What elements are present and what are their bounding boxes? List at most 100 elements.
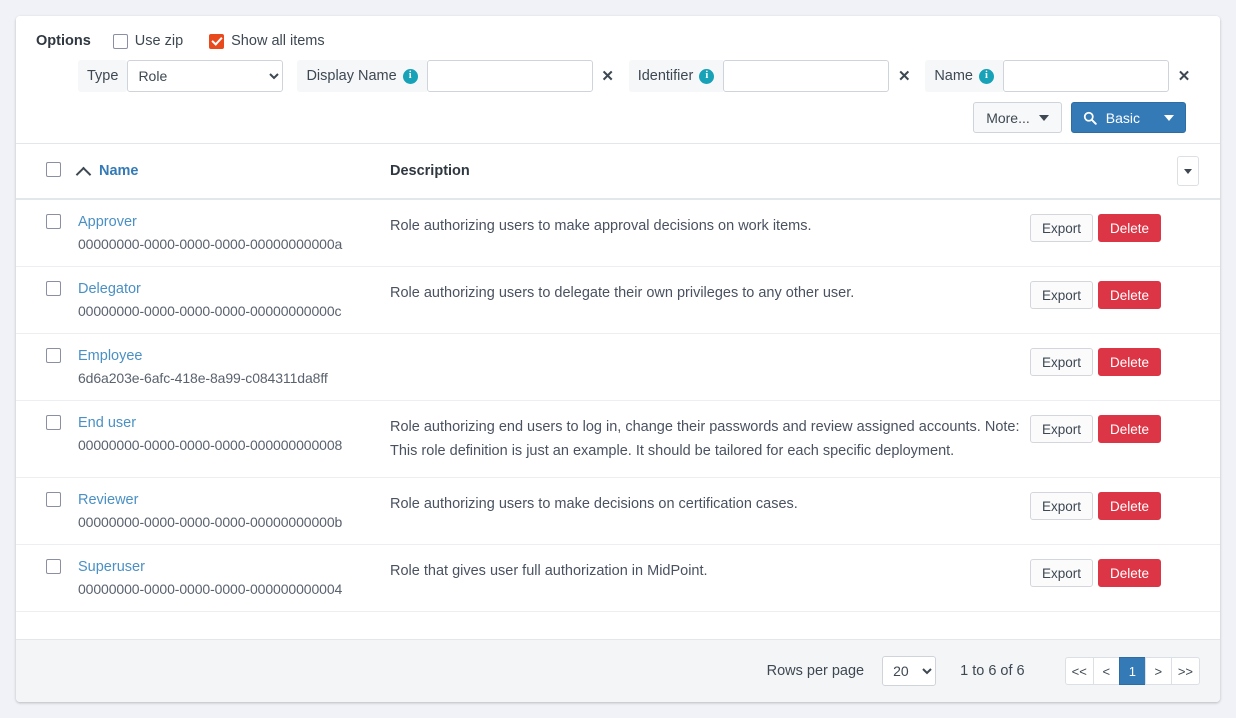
search-button-label: Basic xyxy=(1106,110,1140,126)
row-select-checkbox[interactable] xyxy=(46,415,61,430)
table-row: Superuser00000000-0000-0000-0000-0000000… xyxy=(16,545,1220,612)
export-button[interactable]: Export xyxy=(1030,281,1093,309)
use-zip-checkbox-box[interactable] xyxy=(113,34,128,49)
delete-button[interactable]: Delete xyxy=(1098,492,1161,520)
row-description-cell: Role authorizing end users to log in, ch… xyxy=(390,401,1030,478)
table-header-row: Name Description xyxy=(16,144,1220,200)
show-all-items-checkbox[interactable]: Show all items xyxy=(209,33,324,49)
role-table: Name Description Approver 00000000-0000-0… xyxy=(16,143,1220,612)
use-zip-checkbox[interactable]: Use zip xyxy=(113,33,183,49)
role-name-link[interactable]: End user xyxy=(78,415,136,431)
row-actions-cell: ExportDelete xyxy=(1030,199,1220,267)
role-name-link[interactable]: Reviewer xyxy=(78,492,138,508)
role-name-link[interactable]: Superuser xyxy=(78,559,145,575)
row-select-checkbox[interactable] xyxy=(46,281,61,296)
role-list-card: Options Use zip Show all items Type Role… xyxy=(16,16,1220,702)
chevron-up-icon[interactable] xyxy=(76,166,92,182)
search-panel: Options Use zip Show all items Type Role… xyxy=(16,16,1220,143)
filter-display-name-clear-button[interactable]: ✕ xyxy=(593,60,623,92)
filter-display-name-label-text: Display Name xyxy=(306,68,396,84)
show-all-items-checkbox-box[interactable] xyxy=(209,34,224,49)
role-oid: 6d6a203e-6afc-418e-8a99-c084311da8ff xyxy=(78,370,382,386)
role-description: Role authorizing end users to log in, ch… xyxy=(390,415,1022,463)
export-button[interactable]: Export xyxy=(1030,559,1093,587)
role-name-link[interactable]: Employee xyxy=(78,348,142,364)
pagination-button[interactable]: 1 xyxy=(1119,657,1146,685)
filter-name-label-text: Name xyxy=(934,68,973,84)
delete-button[interactable]: Delete xyxy=(1098,214,1161,242)
row-actions-cell: ExportDelete xyxy=(1030,545,1220,612)
row-select-checkbox[interactable] xyxy=(46,559,61,574)
table-body: Approver 00000000-0000-0000-0000-00000000… xyxy=(16,199,1220,612)
filter-identifier-label: Identifier i xyxy=(629,60,724,92)
delete-button[interactable]: Delete xyxy=(1098,559,1161,587)
export-button[interactable]: Export xyxy=(1030,348,1093,376)
row-select-cell xyxy=(16,267,78,334)
row-actions-cell: ExportDelete xyxy=(1030,267,1220,334)
row-name-cell: Superuser00000000-0000-0000-0000-0000000… xyxy=(78,545,390,612)
filter-identifier: Identifier i ✕ xyxy=(629,60,920,92)
rows-per-page-select[interactable]: 20 xyxy=(882,656,936,686)
search-button[interactable]: Basic xyxy=(1071,102,1186,133)
export-button[interactable]: Export xyxy=(1030,214,1093,242)
row-name-cell: Employee 6d6a203e-6afc-418e-8a99-c084311d… xyxy=(78,334,390,401)
select-all-checkbox[interactable] xyxy=(46,162,61,177)
filter-identifier-clear-button[interactable]: ✕ xyxy=(889,60,919,92)
table-row: Employee 6d6a203e-6afc-418e-8a99-c084311d… xyxy=(16,334,1220,401)
row-name-cell: Reviewer00000000-0000-0000-0000-00000000… xyxy=(78,478,390,545)
table-footer: Rows per page 20 1 to 6 of 6 <<<1>>> xyxy=(16,639,1220,702)
pagination-button[interactable]: >> xyxy=(1171,657,1200,685)
info-icon[interactable]: i xyxy=(979,69,994,84)
filter-display-name-label: Display Name i xyxy=(297,60,426,92)
role-description: Role authorizing users to make decisions… xyxy=(390,492,1022,516)
filter-identifier-label-text: Identifier xyxy=(638,68,694,84)
pagination-button[interactable]: < xyxy=(1093,657,1120,685)
row-description-cell: Role that gives user full authorization … xyxy=(390,545,1030,612)
description-column-label: Description xyxy=(390,163,470,179)
description-column-header[interactable]: Description xyxy=(390,144,1030,200)
use-zip-label: Use zip xyxy=(135,33,183,49)
actions-column-header xyxy=(1030,144,1220,200)
info-icon[interactable]: i xyxy=(699,69,714,84)
delete-button[interactable]: Delete xyxy=(1098,415,1161,443)
select-all-header xyxy=(16,144,78,200)
filter-name-input[interactable] xyxy=(1003,60,1169,92)
search-icon xyxy=(1083,111,1097,125)
row-select-cell xyxy=(16,199,78,267)
row-select-cell xyxy=(16,401,78,478)
filter-name: Name i ✕ xyxy=(925,60,1199,92)
row-select-checkbox[interactable] xyxy=(46,492,61,507)
chevron-down-icon[interactable] xyxy=(1164,115,1174,121)
record-count-text: 1 to 6 of 6 xyxy=(960,663,1025,679)
row-name-cell: Delegator 00000000-0000-0000-0000-0000000… xyxy=(78,267,390,334)
filter-actions: More... Basic xyxy=(36,102,1200,133)
export-button[interactable]: Export xyxy=(1030,415,1093,443)
row-name-cell: End user 00000000-0000-0000-0000-00000000… xyxy=(78,401,390,478)
filter-display-name-input[interactable] xyxy=(427,60,593,92)
row-description-cell: Role authorizing users to make approval … xyxy=(390,199,1030,267)
filter-name-clear-button[interactable]: ✕ xyxy=(1169,60,1199,92)
chevron-down-icon xyxy=(1184,169,1192,174)
row-select-checkbox[interactable] xyxy=(46,214,61,229)
options-row: Options Use zip Show all items xyxy=(36,30,1200,52)
more-filters-button[interactable]: More... xyxy=(973,102,1062,133)
show-all-items-label: Show all items xyxy=(231,33,324,49)
filter-identifier-input[interactable] xyxy=(723,60,889,92)
name-column-header[interactable]: Name xyxy=(78,144,390,200)
role-name-link[interactable]: Approver xyxy=(78,214,137,230)
delete-button[interactable]: Delete xyxy=(1098,348,1161,376)
row-description-cell: Role authorizing users to delegate their… xyxy=(390,267,1030,334)
pagination-button[interactable]: << xyxy=(1065,657,1094,685)
role-name-link[interactable]: Delegator xyxy=(78,281,141,297)
role-oid: 00000000-0000-0000-0000-00000000000c xyxy=(78,303,382,319)
role-oid: 00000000-0000-0000-0000-000000000008 xyxy=(78,437,382,453)
delete-button[interactable]: Delete xyxy=(1098,281,1161,309)
info-icon[interactable]: i xyxy=(403,69,418,84)
rows-per-page-label: Rows per page xyxy=(767,663,865,679)
filter-type-select[interactable]: Role xyxy=(127,60,283,92)
export-button[interactable]: Export xyxy=(1030,492,1093,520)
pagination-button[interactable]: > xyxy=(1145,657,1172,685)
name-column-label[interactable]: Name xyxy=(99,163,139,179)
row-select-checkbox[interactable] xyxy=(46,348,61,363)
table-config-button[interactable] xyxy=(1177,156,1199,186)
